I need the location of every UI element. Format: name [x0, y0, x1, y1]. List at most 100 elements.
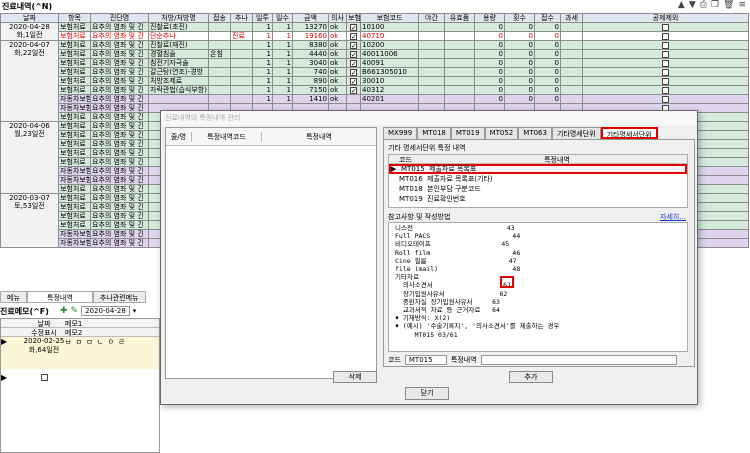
grid-cell[interactable]: 요추의 염좌 및 긴 [90, 220, 149, 230]
grid-cell[interactable] [418, 49, 445, 59]
grid-cell[interactable]: 0 [474, 22, 505, 32]
grid-cell[interactable] [444, 85, 475, 95]
grid-cell[interactable]: 보험처료 [58, 184, 91, 194]
grid-cell[interactable] [346, 40, 361, 50]
grid-cell[interactable]: 보험처료 [58, 193, 91, 203]
checkbox[interactable] [350, 32, 357, 40]
grid-cell[interactable] [582, 22, 749, 32]
grid-cell[interactable]: 요추의 염좌 및 긴 [90, 49, 149, 59]
grid-cell[interactable]: 자락관법(습식부항) [148, 85, 209, 95]
grid-cell[interactable] [444, 49, 475, 59]
grid-cell[interactable]: 40091 [360, 58, 419, 68]
grid-cell[interactable] [560, 31, 583, 41]
grid-cell[interactable] [346, 76, 361, 86]
grid-cell[interactable]: 13270 [292, 22, 329, 32]
grid-cell[interactable]: 요추의 염좌 및 긴 [90, 157, 149, 167]
grid-cell[interactable]: ok [328, 94, 347, 104]
tab-mt019[interactable]: MT019 [450, 127, 485, 139]
checkbox[interactable] [350, 77, 357, 85]
grid-cell[interactable] [418, 58, 445, 68]
grid-cell[interactable] [582, 85, 749, 95]
grid-cell[interactable]: 1 [252, 22, 273, 32]
grid-cell[interactable]: 0 [534, 85, 561, 95]
grid-cell[interactable] [208, 94, 231, 104]
delete-button[interactable]: 삭제 [333, 371, 377, 383]
grid-cell[interactable]: 3040 [292, 58, 329, 68]
grid-cell[interactable]: 0 [504, 67, 535, 77]
checkbox[interactable] [662, 32, 669, 40]
grid-cell[interactable] [444, 31, 475, 41]
grid-cell[interactable]: 요추의 염좌 및 긴 [90, 175, 149, 185]
grid-cell[interactable]: 요추의 염좌 및 긴 [90, 139, 149, 149]
grid-cell[interactable] [208, 58, 231, 68]
grid-cell[interactable]: 요추의 염좌 및 긴 [90, 112, 149, 122]
grid-cell[interactable]: 자동차보험 [58, 103, 91, 113]
grid-cell[interactable]: 요추의 염좌 및 긴 [90, 193, 149, 203]
grid-cell[interactable]: 요추의 염좌 및 긴 [90, 238, 149, 248]
grid-cell[interactable]: ok [328, 58, 347, 68]
grid-cell[interactable]: 보험처료 [58, 202, 91, 212]
grid-cell[interactable] [418, 85, 445, 95]
menu-icon[interactable]: ≡ [738, 0, 746, 10]
grid-cell[interactable]: 자동차보험 [58, 238, 91, 248]
grid-cell[interactable]: ok [328, 67, 347, 77]
grid-cell[interactable]: 0 [474, 58, 505, 68]
grid-header-cell[interactable]: 일수 [272, 13, 293, 23]
grid-cell[interactable]: 0 [474, 49, 505, 59]
add-button[interactable]: 추가 [509, 371, 553, 383]
grid-cell[interactable]: 0 [534, 67, 561, 77]
grid-cell[interactable]: 보험처료 [58, 76, 91, 86]
grid-cell[interactable] [582, 58, 749, 68]
grid-cell[interactable]: 요추의 염좌 및 긴 [90, 229, 149, 239]
grid-cell[interactable]: 0 [504, 58, 535, 68]
grid-cell[interactable]: 요추의 염좌 및 긴 [90, 85, 149, 95]
tab-mt052[interactable]: MT052 [484, 127, 519, 139]
grid-cell[interactable] [208, 40, 231, 50]
checkbox[interactable] [662, 59, 669, 67]
grid-cell[interactable]: 요추의 염좌 및 긴 [90, 211, 149, 221]
grid-cell[interactable]: 8380 [292, 40, 329, 50]
grid-cell[interactable]: 보험처료 [58, 220, 91, 230]
grid-cell[interactable]: ok [328, 76, 347, 86]
grid-cell[interactable] [230, 76, 253, 86]
grid-cell[interactable]: 1 [252, 58, 273, 68]
grid-header-cell[interactable]: 금액 [292, 13, 329, 23]
grid-cell[interactable]: ok [328, 22, 347, 32]
tab-기타명세서단위[interactable]: 기타명세서단위 [600, 127, 658, 139]
grid-header-cell[interactable]: 유효품 [444, 13, 475, 23]
dropdown-arrow-icon[interactable]: ▾ [133, 307, 137, 315]
grid-cell[interactable]: 보험처료 [58, 67, 91, 77]
grid-cell[interactable]: 요추의 염좌 및 긴 [90, 76, 149, 86]
grid-cell[interactable] [208, 76, 231, 86]
grid-cell[interactable]: 1 [252, 85, 273, 95]
grid-cell[interactable] [208, 31, 231, 41]
close-button[interactable]: 닫기 [405, 387, 449, 400]
grid-cell[interactable]: 0 [534, 49, 561, 59]
grid-cell[interactable]: 0 [504, 40, 535, 50]
grid-cell[interactable]: 자동차보험 [58, 175, 91, 185]
grid-cell[interactable]: 1 [252, 49, 273, 59]
memo-date-field[interactable]: 2020-04-28 [81, 306, 130, 316]
grid-cell[interactable] [582, 67, 749, 77]
tab-mx999[interactable]: MX999 [383, 127, 418, 139]
grid-cell[interactable] [208, 67, 231, 77]
grid-cell[interactable] [560, 76, 583, 86]
grid-cell[interactable] [444, 58, 475, 68]
grid-cell[interactable]: 1 [252, 67, 273, 77]
checkbox[interactable] [350, 50, 357, 58]
grid-cell[interactable]: 1 [272, 58, 293, 68]
grid-cell[interactable]: 자동차보험 [58, 166, 91, 176]
grid-cell[interactable]: 0 [534, 76, 561, 86]
grid-cell[interactable] [418, 31, 445, 41]
grid-cell[interactable]: 요추의 염좌 및 긴 [90, 130, 149, 140]
grid-cell[interactable]: 보험처료 [58, 58, 91, 68]
grid-cell[interactable]: 7150 [292, 85, 329, 95]
code-row[interactable]: ▶ MT015 제출자료 목록표 [389, 164, 687, 174]
grid-cell[interactable]: 10200 [360, 40, 419, 50]
grid-cell[interactable]: 단순추나 [148, 31, 209, 41]
grid-cell[interactable]: 0 [504, 85, 535, 95]
grid-cell[interactable] [560, 94, 583, 104]
checkbox[interactable] [350, 23, 357, 31]
grid-cell[interactable]: 19160 [292, 31, 329, 41]
grid-cell[interactable]: 요추의 염좌 및 긴 [90, 67, 149, 77]
